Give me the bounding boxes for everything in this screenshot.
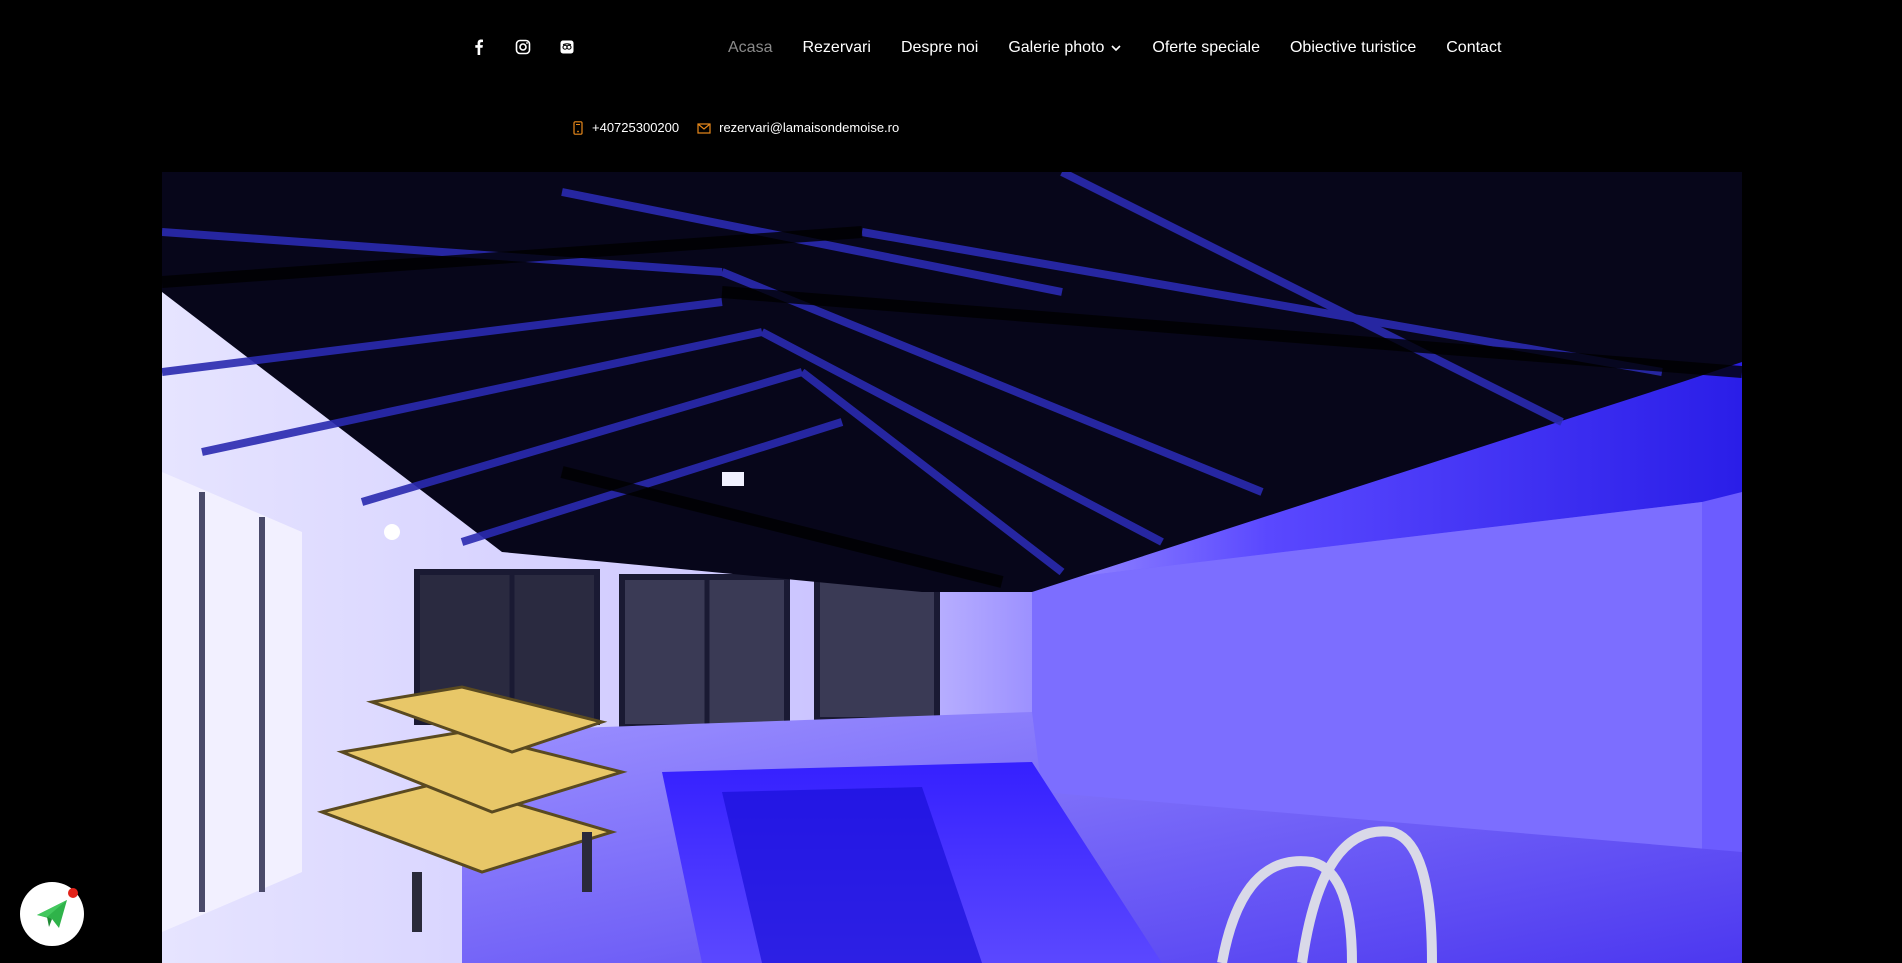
email-icon bbox=[697, 122, 711, 134]
chevron-down-icon bbox=[1111, 45, 1121, 52]
nav-item-obiective-turistice[interactable]: Obiective turistice bbox=[1290, 38, 1416, 58]
phone-number: +40725300200 bbox=[592, 120, 680, 135]
nav-item-acasa[interactable]: Acasa bbox=[728, 38, 772, 58]
tripadvisor-icon[interactable] bbox=[558, 38, 576, 56]
nav-item-label: Rezervari bbox=[802, 39, 871, 56]
phone-icon bbox=[573, 120, 583, 135]
main-nav: Acasa Rezervari Despre noi Galerie photo… bbox=[728, 38, 1501, 58]
notification-badge bbox=[68, 888, 78, 898]
nav-item-rezervari[interactable]: Rezervari bbox=[802, 38, 870, 58]
send-icon bbox=[37, 900, 67, 928]
nav-item-label: Oferte speciale bbox=[1152, 39, 1260, 56]
nav-item-oferte-speciale[interactable]: Oferte speciale bbox=[1152, 38, 1260, 58]
nav-item-label: Contact bbox=[1446, 39, 1502, 56]
phone-link[interactable]: +40725300200 bbox=[572, 120, 679, 135]
hero-image bbox=[162, 172, 1742, 963]
nav-item-label: Acasa bbox=[728, 39, 773, 56]
nav-item-despre-noi[interactable]: Despre noi bbox=[901, 38, 978, 58]
facebook-icon[interactable] bbox=[470, 38, 488, 56]
nav-item-galerie-photo[interactable]: Galerie photo bbox=[1008, 38, 1122, 58]
instagram-icon[interactable] bbox=[514, 38, 532, 56]
email-address: rezervari@lamaisondemoise.ro bbox=[719, 120, 900, 135]
social-links bbox=[470, 38, 576, 56]
nav-item-label: Obiective turistice bbox=[1289, 39, 1417, 56]
message-widget-button[interactable] bbox=[20, 882, 84, 946]
pool-hero-image bbox=[162, 172, 1742, 963]
page: Acasa Rezervari Despre noi Galerie photo… bbox=[0, 0, 1902, 963]
email-link[interactable]: rezervari@lamaisondemoise.ro bbox=[697, 120, 899, 135]
nav-item-label: Galerie photo bbox=[1008, 39, 1105, 56]
contact-bar: +40725300200 rezervari@lamaisondemoise.r… bbox=[572, 120, 917, 135]
nav-item-label: Despre noi bbox=[900, 39, 979, 56]
nav-item-contact[interactable]: Contact bbox=[1446, 38, 1501, 58]
